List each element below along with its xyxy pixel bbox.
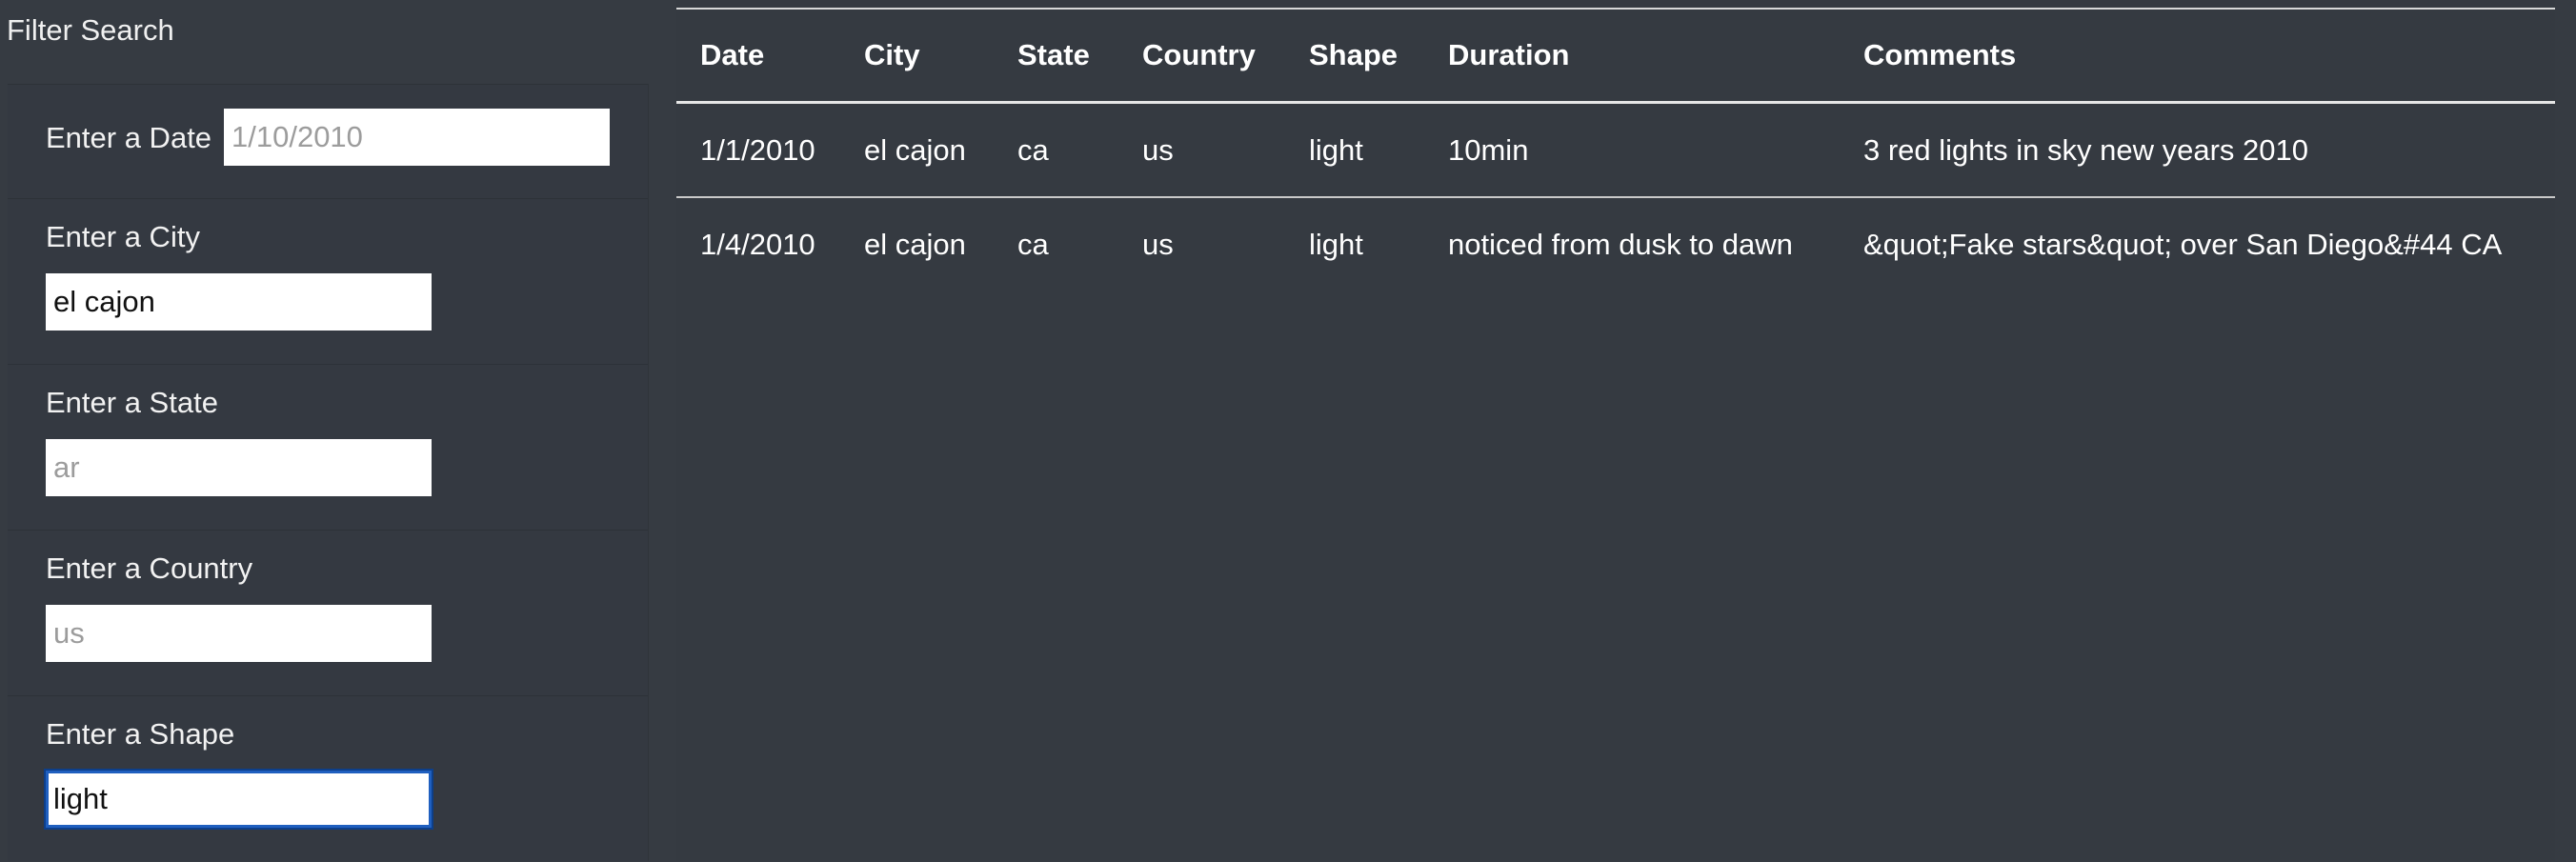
filter-group-state: Enter a State xyxy=(8,364,648,531)
cell-state: ca xyxy=(1017,227,1049,261)
cell-date: 1/1/2010 xyxy=(676,102,840,198)
country-input[interactable] xyxy=(46,605,432,662)
cell-duration: 10min xyxy=(1424,102,1840,198)
cell-date: 1/4/2010 xyxy=(700,227,815,261)
date-input[interactable] xyxy=(224,109,610,166)
cell-city: el cajon xyxy=(840,102,994,198)
cell-shape: light xyxy=(1309,227,1363,261)
table-row: 1/1/2010 el cajon ca us light 10min 3 re… xyxy=(676,102,2555,198)
column-header-country[interactable]: Country xyxy=(1118,10,1285,104)
results-panel: Date City State Country Shape Duration C… xyxy=(676,0,2555,861)
cell-shape: light xyxy=(1285,102,1424,198)
column-header-city[interactable]: City xyxy=(840,10,994,104)
column-header-date[interactable]: Date xyxy=(676,10,840,104)
filter-group-country: Enter a Country xyxy=(8,530,648,696)
filter-sidebar: Filter Search Enter a Date Enter a City … xyxy=(0,0,650,861)
cell-country: us xyxy=(1118,102,1285,198)
column-header-comments[interactable]: Comments xyxy=(1840,10,2555,104)
filter-group-date: Enter a Date xyxy=(8,84,648,199)
table-row: 1/4/2010 el cajon ca us light noticed fr… xyxy=(676,197,2555,291)
cell-state: ca xyxy=(994,102,1118,198)
shape-label: Enter a Shape xyxy=(46,717,235,751)
ufo-sightings-table: Date City State Country Shape Duration C… xyxy=(676,10,2555,291)
city-input[interactable] xyxy=(46,273,432,331)
filter-list: Enter a Date Enter a City Enter a State … xyxy=(8,84,649,861)
shape-input[interactable] xyxy=(46,771,432,828)
column-header-shape[interactable]: Shape xyxy=(1285,10,1424,104)
cell-comments: 3 red lights in sky new years 2010 xyxy=(1840,102,2555,198)
cell-country: us xyxy=(1142,227,1174,261)
cell-duration: noticed from dusk to dawn xyxy=(1448,227,1793,261)
state-label: Enter a State xyxy=(46,386,218,419)
cell-city: el cajon xyxy=(864,227,966,261)
city-label: Enter a City xyxy=(46,220,200,253)
country-label: Enter a Country xyxy=(46,551,253,585)
column-header-duration[interactable]: Duration xyxy=(1424,10,1840,104)
column-header-state[interactable]: State xyxy=(994,10,1118,104)
filter-group-city: Enter a City xyxy=(8,198,648,365)
filter-search-title: Filter Search xyxy=(7,13,174,47)
table-header-row: Date City State Country Shape Duration C… xyxy=(676,10,2555,104)
cell-comments: &quot;Fake stars&quot; over San Diego&#4… xyxy=(1863,227,2503,261)
date-label: Enter a Date xyxy=(46,121,212,154)
filter-group-shape: Enter a Shape xyxy=(8,695,648,862)
state-input[interactable] xyxy=(46,439,432,496)
